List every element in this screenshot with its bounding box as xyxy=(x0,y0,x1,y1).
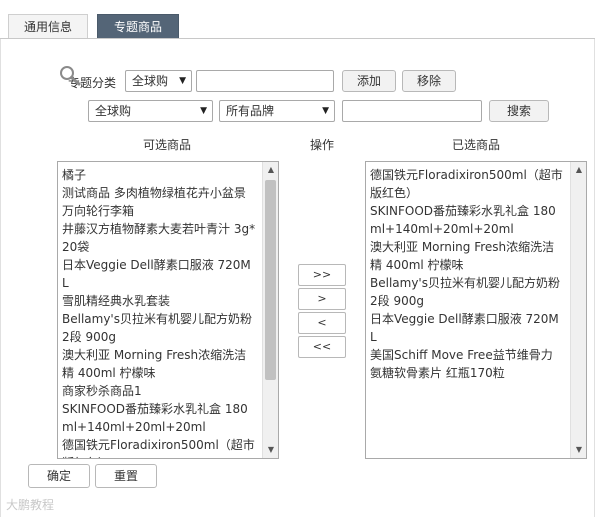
available-product-item[interactable]: 澳大利亚 Morning Fresh浓缩洗洁精 400ml 柠檬味 xyxy=(62,346,256,382)
selected-scrollbar[interactable]: ▲ ▼ xyxy=(570,162,586,458)
watermark: 大鹏教程 xyxy=(6,498,55,512)
move-all-left-button[interactable]: << xyxy=(298,336,346,358)
tab-bar: 通用信息 专题商品 xyxy=(0,0,595,39)
search-button[interactable]: 搜索 xyxy=(489,100,549,122)
category-select-value: 全球购 xyxy=(132,74,169,88)
selected-product-item[interactable]: 日本Veggie Dell酵素口服液 720ML xyxy=(370,310,564,346)
tab-topic-products[interactable]: 专题商品 xyxy=(97,14,179,38)
move-left-button[interactable]: < xyxy=(298,312,346,334)
available-product-item[interactable]: 测试商品 多肉植物绿植花卉小盆景万向轮行李箱 xyxy=(62,184,256,220)
available-product-item[interactable]: 橘子 xyxy=(62,166,256,184)
scroll-thumb[interactable] xyxy=(265,180,276,380)
available-products-list[interactable]: 橘子 测试商品 多肉植物绿植花卉小盆景万向轮行李箱 井藤汉方植物酵素大麦若叶青汁 3… xyxy=(57,161,279,459)
product-category-value: 全球购 xyxy=(95,104,132,118)
selected-product-item[interactable]: 澳大利亚 Morning Fresh浓缩洗洁精 400ml 柠檬味 xyxy=(370,238,564,274)
chevron-down-icon: ▼ xyxy=(322,106,329,116)
available-items: 橘子 测试商品 多肉植物绿植花卉小盆景万向轮行李箱 井藤汉方植物酵素大麦若叶青汁 3… xyxy=(62,166,256,458)
available-scrollbar[interactable]: ▲ ▼ xyxy=(262,162,278,458)
category-input[interactable] xyxy=(196,70,334,92)
scroll-down-icon[interactable]: ▼ xyxy=(263,442,278,458)
chevron-down-icon: ▼ xyxy=(179,76,186,86)
available-header: 可选商品 xyxy=(143,138,192,152)
confirm-button[interactable]: 确定 xyxy=(28,464,90,488)
brand-select[interactable]: 所有品牌 ▼ xyxy=(219,100,335,122)
selected-product-item[interactable]: 美国Schiff Move Free益节维骨力氨糖软骨素片 红瓶170粒 xyxy=(370,346,564,382)
tab-general-info[interactable]: 通用信息 xyxy=(8,14,88,38)
product-category-select[interactable]: 全球购 ▼ xyxy=(88,100,213,122)
available-product-item[interactable]: 商家秒杀商品1 xyxy=(62,382,256,400)
scroll-up-icon[interactable]: ▲ xyxy=(571,162,586,178)
operations-header: 操作 xyxy=(310,138,335,152)
available-product-item[interactable]: 德国铁元Floradixiron500ml（超市版红色） xyxy=(62,436,256,458)
selected-products-list[interactable]: 德国铁元Floradixiron500ml（超市版红色） SKINFOOD番茄臻彩… xyxy=(365,161,587,459)
reset-button[interactable]: 重置 xyxy=(95,464,157,488)
available-product-item[interactable]: Bellamy's贝拉米有机婴儿配方奶粉2段 900g xyxy=(62,310,256,346)
remove-button[interactable]: 移除 xyxy=(402,70,456,92)
category-select[interactable]: 全球购 ▼ xyxy=(125,70,192,92)
search-input[interactable] xyxy=(342,100,482,122)
selected-header: 已选商品 xyxy=(452,138,501,152)
selected-product-item[interactable]: SKINFOOD番茄臻彩水乳礼盒 180ml+140ml+20ml+20ml xyxy=(370,202,564,238)
selected-product-item[interactable]: 德国铁元Floradixiron500ml（超市版红色） xyxy=(370,166,564,202)
available-product-item[interactable]: 雪肌精经典水乳套装 xyxy=(62,292,256,310)
scroll-down-icon[interactable]: ▼ xyxy=(571,442,586,458)
move-right-button[interactable]: > xyxy=(298,288,346,310)
available-product-item[interactable]: SKINFOOD番茄臻彩水乳礼盒 180ml+140ml+20ml+20ml xyxy=(62,400,256,436)
chevron-down-icon: ▼ xyxy=(200,106,207,116)
move-all-right-button[interactable]: >> xyxy=(298,264,346,286)
search-icon xyxy=(60,66,81,86)
add-button[interactable]: 添加 xyxy=(342,70,396,92)
available-product-item[interactable]: 日本Veggie Dell酵素口服液 720ML xyxy=(62,256,256,292)
brand-select-value: 所有品牌 xyxy=(226,104,275,118)
scroll-up-icon[interactable]: ▲ xyxy=(263,162,278,178)
selected-items: 德国铁元Floradixiron500ml（超市版红色） SKINFOOD番茄臻彩… xyxy=(370,166,564,382)
available-product-item[interactable]: 井藤汉方植物酵素大麦若叶青汁 3g*20袋 xyxy=(62,220,256,256)
selected-product-item[interactable]: Bellamy's贝拉米有机婴儿配方奶粉2段 900g xyxy=(370,274,564,310)
